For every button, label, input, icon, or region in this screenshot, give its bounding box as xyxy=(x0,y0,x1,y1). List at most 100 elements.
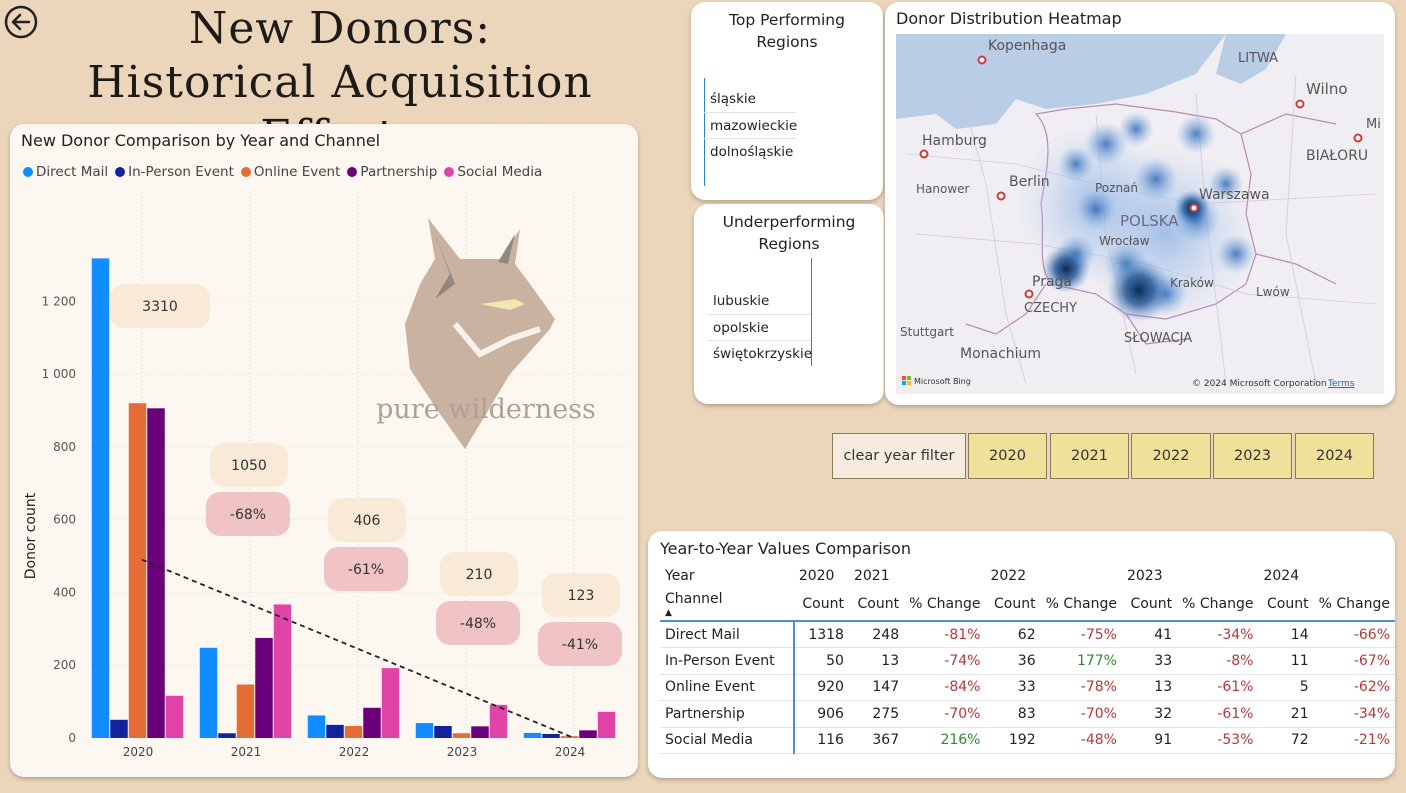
under-regions-title-line1: Underperforming xyxy=(722,213,856,231)
bar-partnership-2022[interactable] xyxy=(363,707,381,738)
legend-label: Partnership xyxy=(360,164,438,180)
bar-partnership-2021[interactable] xyxy=(255,637,273,738)
bar-partnership-2023[interactable] xyxy=(471,726,489,738)
legend-dot-icon xyxy=(444,167,455,177)
region-item[interactable]: dolnośląskie xyxy=(704,139,796,166)
legend-item-direct-mail[interactable]: Direct Mail xyxy=(23,164,108,180)
bar-online-event-2023[interactable] xyxy=(452,733,471,738)
change-cell: -53% xyxy=(1177,727,1259,754)
table-row[interactable]: Direct Mail 1318 248 -81% 62 -75% 41 -34% 14 -66% xyxy=(660,621,1395,648)
bar-in-person-event-2024[interactable] xyxy=(542,733,560,738)
legend-dot-icon xyxy=(23,167,33,177)
legend-label: Direct Mail xyxy=(36,164,109,180)
map-city-label: Stuttgart xyxy=(900,325,954,339)
bar-in-person-event-2022[interactable] xyxy=(326,724,344,738)
channel-cell: In-Person Event xyxy=(660,647,795,675)
change-cell: -48% xyxy=(1040,727,1122,754)
count-col-header[interactable]: Count xyxy=(985,587,1041,622)
change-cell: -70% xyxy=(1040,700,1122,728)
bar-online-event-2022[interactable] xyxy=(344,725,363,738)
bar-in-person-event-2020[interactable] xyxy=(110,719,128,738)
map-terms-link: Terms xyxy=(1327,379,1355,389)
bar-social-media-2020[interactable] xyxy=(165,695,184,738)
x-tick-label: 2024 xyxy=(555,745,586,759)
bar-partnership-2020[interactable] xyxy=(147,408,165,738)
bar-online-event-2021[interactable] xyxy=(236,684,255,738)
map-city-label: Hanower xyxy=(916,182,970,196)
change-cell: 216% xyxy=(904,727,986,754)
year-filter-2020[interactable]: 2020 xyxy=(968,433,1047,479)
change-cell: -62% xyxy=(1313,674,1395,701)
bar-direct-mail-2020[interactable] xyxy=(91,258,110,738)
legend-item-partnership[interactable]: Partnership xyxy=(347,164,437,180)
count-col-header[interactable]: Count xyxy=(1121,587,1178,622)
bar-social-media-2024[interactable] xyxy=(597,711,616,738)
year-filter-2024[interactable]: 2024 xyxy=(1295,433,1374,479)
heatmap-title: Donor Distribution Heatmap xyxy=(896,9,1122,28)
change-col-header[interactable]: % Change xyxy=(1040,587,1122,622)
top-regions-title-line2: Regions xyxy=(756,33,818,51)
bar-in-person-event-2023[interactable] xyxy=(434,725,452,738)
bar-direct-mail-2021[interactable] xyxy=(199,647,218,738)
map-attribution: Microsoft Bing xyxy=(914,377,971,386)
region-item[interactable]: śląskie xyxy=(704,86,796,113)
count-cell: 1318 xyxy=(793,621,849,648)
year-filter-2022[interactable]: 2022 xyxy=(1131,433,1211,479)
change-col-header[interactable]: % Change xyxy=(1313,587,1395,622)
total-label: 210 xyxy=(466,567,493,583)
year-filter-2021[interactable]: 2021 xyxy=(1050,433,1129,479)
bar-direct-mail-2022[interactable] xyxy=(307,715,326,738)
change-col-header[interactable]: % Change xyxy=(904,587,986,622)
year-filter-2023[interactable]: 2023 xyxy=(1213,433,1292,479)
count-col-header[interactable]: Count xyxy=(1258,587,1314,622)
channel-header[interactable]: Channel ▲ xyxy=(660,587,794,622)
table-row[interactable]: Online Event 920 147 -84% 33 -78% 13 -61% 5 -62% xyxy=(660,674,1395,701)
map-city-label: Warszawa xyxy=(1199,187,1270,203)
change-cell: 177% xyxy=(1040,647,1122,675)
top-regions-title: Top Performing Regions xyxy=(691,9,883,53)
clear-year-filter-button[interactable]: clear year filter xyxy=(832,433,966,479)
table-row[interactable]: Partnership 906 275 -70% 83 -70% 32 -61% 21 -34% xyxy=(660,700,1395,728)
y-tick-label: 600 xyxy=(53,513,76,527)
table-row[interactable]: Social Media 116 367 216% 192 -48% 91 -53% 72 -21… xyxy=(660,727,1395,754)
y-tick-label: 800 xyxy=(53,440,76,454)
map-city-label: LITWA xyxy=(1238,51,1278,66)
bar-social-media-2021[interactable] xyxy=(273,604,292,738)
total-label: 3310 xyxy=(142,299,178,315)
region-item[interactable]: mazowieckie xyxy=(704,113,797,139)
bar-partnership-2024[interactable] xyxy=(579,730,597,738)
bar-online-event-2020[interactable] xyxy=(128,403,147,738)
region-item[interactable]: lubuskie xyxy=(707,288,811,315)
bar-direct-mail-2023[interactable] xyxy=(415,723,434,738)
table-row[interactable]: In-Person Event 50 13 -74% 36 177% 33 -8% 11 -67% xyxy=(660,647,1395,675)
under-regions-title: Underperforming Regions xyxy=(694,211,884,255)
bar-in-person-event-2021[interactable] xyxy=(218,733,236,738)
bar-direct-mail-2024[interactable] xyxy=(523,732,542,738)
donor-heatmap[interactable]: Kopenhaga Hamburg Hanower Berlin Poznań … xyxy=(896,34,1384,394)
y-tick-label: 0 xyxy=(68,731,76,745)
legend-item-online-event[interactable]: Online Event xyxy=(240,164,340,180)
region-item[interactable]: świętokrzyskie xyxy=(707,341,812,368)
count-cell: 906 xyxy=(793,700,849,728)
yoy-comparison-card: Year-to-Year Values Comparison Year 2020… xyxy=(648,531,1395,778)
legend-item-in-person-event[interactable]: In-Person Event xyxy=(115,164,234,180)
count-cell: 41 xyxy=(1121,621,1178,648)
count-col-header[interactable]: Count xyxy=(793,587,849,622)
bar-social-media-2022[interactable] xyxy=(381,668,400,738)
map-city-label: Mi xyxy=(1366,117,1381,132)
logo-text: pure wilderness xyxy=(376,394,596,425)
sort-arrow-icon: ▲ xyxy=(665,607,672,618)
change-cell: -34% xyxy=(1177,621,1259,648)
map-city-label: BIAŁORU xyxy=(1306,148,1368,164)
count-col-header[interactable]: Count xyxy=(848,587,905,622)
change-cell: -78% xyxy=(1040,674,1122,701)
change-col-header[interactable]: % Change xyxy=(1177,587,1259,622)
table-header-metrics: Channel ▲ Count Count % Change Count % C… xyxy=(660,587,1395,622)
change-cell: -34% xyxy=(1313,700,1395,728)
count-cell: 920 xyxy=(793,674,849,701)
map-city-label: Wrocław xyxy=(1099,234,1150,248)
back-arrow-icon[interactable] xyxy=(4,5,38,39)
region-item[interactable]: opolskie xyxy=(707,315,811,341)
legend-item-social-media[interactable]: Social Media xyxy=(444,164,542,180)
bar-social-media-2023[interactable] xyxy=(489,704,508,738)
